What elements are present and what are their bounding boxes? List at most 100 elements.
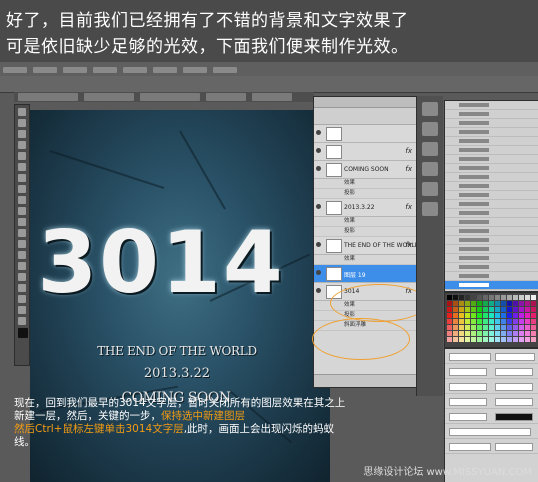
swatch[interactable] — [489, 307, 494, 312]
doc-tab[interactable] — [140, 93, 200, 101]
swatch[interactable] — [483, 319, 488, 324]
swatch[interactable] — [507, 337, 512, 342]
swatch[interactable] — [501, 301, 506, 306]
path-select-icon[interactable] — [18, 284, 26, 292]
swatch[interactable] — [459, 307, 464, 312]
history-step[interactable] — [445, 110, 538, 119]
swatch[interactable] — [489, 325, 494, 330]
swatch-grid[interactable] — [445, 293, 538, 347]
swatch[interactable] — [447, 313, 452, 318]
menu-item[interactable] — [93, 67, 117, 73]
swatch[interactable] — [531, 325, 536, 330]
history-step[interactable] — [445, 119, 538, 128]
effect-item[interactable]: 效果 — [314, 179, 416, 189]
layer-row-selected[interactable]: 图层 19 — [314, 265, 416, 283]
swatch[interactable] — [519, 307, 524, 312]
swatch[interactable] — [525, 331, 530, 336]
swatch[interactable] — [477, 319, 482, 324]
swatch[interactable] — [447, 301, 452, 306]
swatch[interactable] — [501, 331, 506, 336]
swatch[interactable] — [507, 307, 512, 312]
hand-tool-icon[interactable] — [18, 306, 26, 314]
swatch[interactable] — [519, 325, 524, 330]
swatch[interactable] — [471, 319, 476, 324]
menu-item[interactable] — [33, 67, 57, 73]
color-panel-icon[interactable] — [422, 142, 438, 156]
swatch[interactable] — [531, 337, 536, 342]
swatch[interactable] — [507, 325, 512, 330]
swatch[interactable] — [519, 313, 524, 318]
history-step[interactable] — [445, 227, 538, 236]
swatches-panel-icon[interactable] — [422, 162, 438, 176]
swatch[interactable] — [513, 337, 518, 342]
menu-item[interactable] — [213, 67, 237, 73]
swatch[interactable] — [465, 295, 470, 300]
visibility-eye-icon[interactable] — [316, 242, 321, 247]
tracking-row[interactable] — [445, 379, 538, 394]
swatch[interactable] — [447, 307, 452, 312]
doc-tab[interactable] — [206, 93, 246, 101]
visibility-eye-icon[interactable] — [316, 270, 321, 275]
effect-item[interactable]: 投影 — [314, 227, 416, 237]
menu-item[interactable] — [3, 67, 27, 73]
pen-tool-icon[interactable] — [18, 262, 26, 270]
swatch[interactable] — [525, 301, 530, 306]
fx-icon[interactable]: fx — [405, 147, 412, 155]
swatch[interactable] — [501, 319, 506, 324]
style-buttons-row[interactable] — [445, 424, 538, 439]
swatch[interactable] — [465, 331, 470, 336]
swatch[interactable] — [507, 319, 512, 324]
swatch[interactable] — [477, 331, 482, 336]
swatch[interactable] — [507, 301, 512, 306]
swatch[interactable] — [477, 325, 482, 330]
history-step[interactable] — [445, 146, 538, 155]
character-panel-icon[interactable] — [422, 182, 438, 196]
swatch[interactable] — [501, 325, 506, 330]
menu-item[interactable] — [63, 67, 87, 73]
swatch[interactable] — [483, 331, 488, 336]
actions-panel-icon[interactable] — [422, 122, 438, 136]
layer-row[interactable]: COMING SOON fx — [314, 161, 416, 179]
swatch[interactable] — [531, 307, 536, 312]
history-step[interactable] — [445, 245, 538, 254]
swatch[interactable] — [453, 313, 458, 318]
swatch[interactable] — [495, 319, 500, 324]
swatch[interactable] — [495, 337, 500, 342]
menu-item[interactable] — [153, 67, 177, 73]
dodge-tool-icon[interactable] — [18, 251, 26, 259]
swatch[interactable] — [447, 337, 452, 342]
swatch[interactable] — [483, 307, 488, 312]
brush-tool-icon[interactable] — [18, 185, 26, 193]
swatch[interactable] — [453, 319, 458, 324]
history-step[interactable] — [445, 128, 538, 137]
layer-row[interactable]: THE END OF THE WORLD fx — [314, 237, 419, 255]
marquee-tool-icon[interactable] — [18, 119, 26, 127]
visibility-eye-icon[interactable] — [316, 166, 321, 171]
swatch[interactable] — [483, 295, 488, 300]
wand-tool-icon[interactable] — [18, 141, 26, 149]
effect-item[interactable]: 效果 — [314, 217, 416, 227]
swatch[interactable] — [513, 313, 518, 318]
swatch[interactable] — [459, 319, 464, 324]
swatch[interactable] — [489, 313, 494, 318]
swatch[interactable] — [465, 307, 470, 312]
swatch[interactable] — [495, 325, 500, 330]
swatch[interactable] — [465, 313, 470, 318]
history-step[interactable] — [445, 101, 538, 110]
swatch[interactable] — [477, 295, 482, 300]
swatch[interactable] — [513, 295, 518, 300]
swatch[interactable] — [513, 301, 518, 306]
swatch[interactable] — [507, 295, 512, 300]
lasso-tool-icon[interactable] — [18, 130, 26, 138]
layer-row[interactable] — [314, 125, 416, 143]
visibility-eye-icon[interactable] — [316, 148, 321, 153]
swatch[interactable] — [477, 337, 482, 342]
swatch[interactable] — [459, 301, 464, 306]
swatches-panel[interactable] — [444, 292, 538, 348]
foreground-color-swatch[interactable] — [18, 328, 28, 338]
swatch[interactable] — [483, 301, 488, 306]
swatch[interactable] — [513, 325, 518, 330]
shape-tool-icon[interactable] — [18, 295, 26, 303]
swatch[interactable] — [513, 307, 518, 312]
history-step[interactable] — [445, 191, 538, 200]
